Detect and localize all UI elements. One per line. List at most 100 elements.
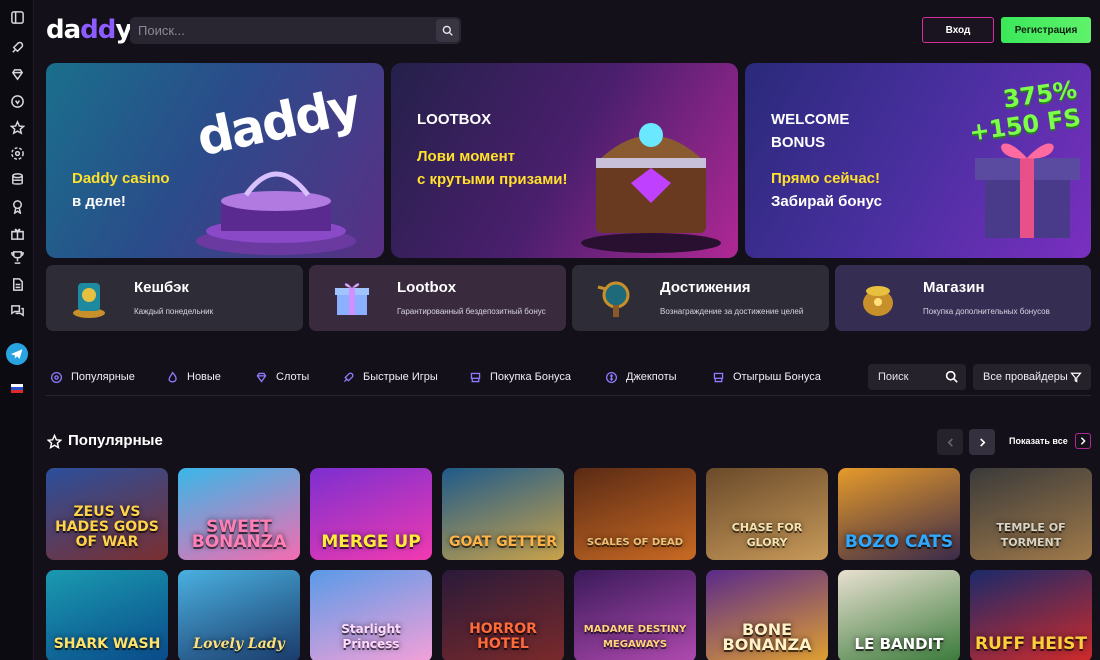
language-flag-icon[interactable] — [11, 384, 23, 393]
game-card[interactable]: SCALES OF DEAD — [574, 468, 696, 560]
nav-divider — [46, 395, 1091, 396]
game-card[interactable]: HORROR HOTEL — [442, 570, 564, 660]
game-card[interactable]: ZEUS VS HADES GODS OF WAR — [46, 468, 168, 560]
game-title: BONE BONANZA — [722, 620, 812, 654]
search-box — [130, 17, 461, 44]
category-nav: Популярные Новые Слоты Быстрые Игры Поку… — [46, 364, 856, 390]
spyglass-icon — [597, 281, 630, 317]
game-card[interactable]: TEMPLE OF TORMENT — [970, 468, 1092, 560]
game-title: SHARK WASH — [53, 636, 161, 652]
diamond-icon[interactable] — [8, 65, 26, 83]
category-label: Джекпоты — [626, 371, 677, 383]
promo-shop[interactable]: Магазин Покупка дополнительных бонусов — [835, 265, 1091, 331]
category-label: Отыгрыш Бонуса — [733, 371, 821, 383]
banner-subtitle: Прямо сейчас! — [771, 170, 881, 187]
category-wager-bonus[interactable]: Отыгрыш Бонуса — [712, 364, 821, 390]
providers-label: Все провайдеры — [983, 371, 1068, 383]
banner-subtitle: Лови момент с крутыми призами! — [417, 148, 568, 188]
chevron-right-icon — [1080, 437, 1086, 445]
search-input[interactable] — [130, 17, 430, 44]
game-title: SCALES OF DEAD — [586, 537, 684, 548]
rocket-icon[interactable] — [8, 38, 26, 56]
promo-subtitle: Вознаграждение за достижение целей — [660, 307, 804, 316]
providers-dropdown[interactable]: Все провайдеры — [973, 364, 1091, 390]
sidebar-rail — [0, 0, 34, 660]
game-card[interactable]: RUFF HEIST — [970, 570, 1092, 660]
chevron-right-icon — [979, 437, 985, 447]
promo-title: Достижения — [660, 279, 751, 296]
game-card[interactable]: CHASE FOR GLORY — [706, 468, 828, 560]
game-card[interactable]: SWEET BONANZA — [178, 468, 300, 560]
game-card[interactable]: GOAT GETTER — [442, 468, 564, 560]
login-button[interactable]: Вход — [922, 17, 994, 43]
promo-subtitle: Каждый понедельник — [134, 307, 214, 316]
game-title: Starlight Princess — [341, 622, 401, 651]
carousel-next-button[interactable] — [969, 429, 995, 455]
award-icon[interactable] — [8, 197, 26, 215]
game-card[interactable]: SHARK WASH — [46, 570, 168, 660]
banner-welcome-bonus[interactable]: 375% +150 FS WELCOME BONUS Прямо сейчас!… — [745, 63, 1091, 258]
treasure-pot-icon — [863, 286, 893, 316]
promo-title: Кешбэк — [134, 279, 189, 296]
game-title: TEMPLE OF TORMENT — [996, 521, 1066, 549]
fire-icon — [168, 370, 177, 382]
rocket-icon — [343, 372, 354, 382]
game-search-input[interactable] — [868, 364, 942, 390]
game-card[interactable]: Lovely Lady — [178, 570, 300, 660]
game-title: ZEUS VS HADES GODS OF WAR — [55, 504, 159, 550]
banner-daddy-casino[interactable]: daddy Daddy casino в деле! — [46, 63, 384, 258]
category-label: Покупка Бонуса — [490, 371, 572, 383]
category-popular[interactable]: Популярные — [50, 364, 135, 390]
game-card[interactable]: MADAME DESTINY MEGAWAYS — [574, 570, 696, 660]
promo-title: Магазин — [923, 279, 985, 296]
game-card[interactable]: LE BANDIT — [838, 570, 960, 660]
game-title: LE BANDIT — [854, 635, 944, 653]
category-jackpots[interactable]: Джекпоты — [605, 364, 677, 390]
popular-icon — [50, 371, 63, 383]
trophy-icon[interactable] — [8, 248, 26, 266]
game-title: MADAME DESTINY MEGAWAYS — [583, 624, 687, 650]
game-title: BOZO CATS — [844, 532, 954, 552]
category-label: Новые — [187, 371, 221, 383]
banner-title: LOOTBOX — [417, 111, 492, 128]
search-icon[interactable] — [945, 370, 958, 383]
promo-cashback[interactable]: Кешбэк Каждый понедельник — [46, 265, 303, 331]
category-label: Слоты — [276, 371, 310, 383]
gift-icon[interactable] — [8, 224, 26, 242]
banner-subtitle-2: в деле! — [72, 193, 126, 210]
category-label: Быстрые Игры — [363, 371, 438, 383]
category-new[interactable]: Новые — [166, 364, 221, 390]
promo-lootbox[interactable]: Lootbox Гарантированный бездепозитный бо… — [309, 265, 566, 331]
document-icon[interactable] — [8, 275, 26, 293]
carousel-prev-button[interactable] — [937, 429, 963, 455]
game-card[interactable]: MERGE UP — [310, 468, 432, 560]
vip-icon[interactable] — [8, 92, 26, 110]
register-button[interactable]: Регистрация — [1001, 17, 1091, 43]
category-bonus-buy[interactable]: Покупка Бонуса — [469, 364, 571, 390]
chat-icon[interactable] — [8, 301, 26, 319]
logo[interactable]: daddy — [46, 15, 132, 45]
cashback-coins-icon — [73, 283, 105, 318]
collapse-icon[interactable] — [8, 8, 26, 26]
game-card[interactable]: Starlight Princess — [310, 570, 432, 660]
game-search-box — [868, 364, 966, 390]
banner-title: WELCOME BONUS — [771, 111, 850, 151]
game-card[interactable]: BONE BONANZA — [706, 570, 828, 660]
banner-subtitle-2: Забирай бонус — [771, 193, 882, 210]
show-all-link[interactable]: Показать все — [1009, 436, 1068, 446]
game-title: GOAT GETTER — [448, 534, 557, 550]
search-button[interactable] — [436, 19, 459, 42]
show-all-button[interactable] — [1075, 433, 1091, 449]
promo-achievements[interactable]: Достижения Вознаграждение за достижение … — [572, 265, 829, 331]
category-slots[interactable]: Слоты — [255, 364, 309, 390]
game-card[interactable]: BOZO CATS — [838, 468, 960, 560]
category-fast-games[interactable]: Быстрые Игры — [342, 364, 438, 390]
hot-icon[interactable] — [8, 144, 26, 162]
database-icon[interactable] — [8, 170, 26, 188]
category-label: Популярные — [71, 371, 135, 383]
banner-lootbox[interactable]: LOOTBOX Лови момент с крутыми призами! — [391, 63, 738, 258]
promo-subtitle: Покупка дополнительных бонусов — [923, 307, 1050, 316]
telegram-icon[interactable] — [6, 343, 28, 365]
bonus-buy-icon — [470, 372, 481, 382]
star-icon[interactable] — [8, 118, 26, 136]
